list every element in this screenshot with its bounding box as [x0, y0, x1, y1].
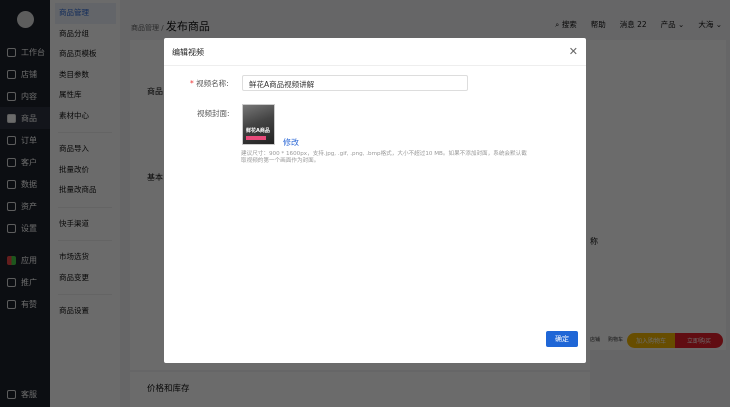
subnav-item[interactable]: 商品设置 — [50, 301, 120, 322]
add-to-cart-button[interactable]: 加入购物车 — [627, 333, 675, 348]
bag-icon — [7, 113, 16, 123]
subnav-item[interactable]: 商品导入 — [50, 139, 120, 160]
subnav-item[interactable]: 快手渠道 — [50, 214, 120, 235]
sidebar-item-apps[interactable]: 应用 — [0, 249, 50, 271]
chart-icon — [7, 179, 16, 189]
subnav-item[interactable]: 批量改商品 — [50, 180, 120, 201]
subnav-item[interactable]: 属性库 — [50, 85, 120, 106]
product-label: 产品 — [660, 20, 676, 29]
label: 数据 — [21, 179, 37, 189]
label: 工作台 — [21, 47, 45, 57]
label: 客户 — [21, 157, 37, 167]
buy-now-button[interactable]: 立即购买 — [675, 333, 723, 348]
user-icon — [7, 157, 16, 167]
sidebar-item-assets[interactable]: 资产 — [0, 195, 50, 217]
cover-text: 鲜花A商品 — [246, 128, 270, 134]
divider — [58, 294, 112, 295]
product-menu[interactable]: 产品 ⌄ — [661, 19, 685, 30]
divider — [58, 240, 112, 241]
phone-preview: 称 店铺 购物车 — [590, 40, 726, 350]
gear-icon — [7, 223, 16, 233]
search-button[interactable]: ⌕ 搜索 — [555, 19, 577, 30]
breadcrumb-link[interactable]: 商品管理 — [131, 24, 159, 32]
label: 订单 — [21, 135, 37, 145]
confirm-button[interactable]: 确定 — [546, 331, 578, 347]
video-name-input[interactable]: 鲜花A商品视频讲解 — [242, 75, 468, 91]
label: 店铺 — [21, 69, 37, 79]
edit-cover-link[interactable]: 修改 — [283, 137, 299, 148]
video-name-label: * 视频名称: — [190, 79, 229, 88]
cover-hint: 建议尺寸：900 * 1600px，支持.jpg, .gif, .png, .b… — [241, 151, 527, 164]
subnav-item[interactable]: 素材中心 — [50, 106, 120, 127]
sidebar-item-shop[interactable]: 店铺 — [0, 63, 50, 85]
sidebar-item-youzan[interactable]: 有赞 — [0, 293, 50, 315]
video-cover-thumbnail: 鲜花A商品 — [242, 104, 275, 145]
sidebar-item-goods[interactable]: 商品 — [0, 107, 50, 129]
label: 资产 — [21, 201, 37, 211]
search-label: 搜索 — [561, 20, 577, 29]
label: 商品 — [21, 113, 37, 123]
sidebar-item-customers[interactable]: 客户 — [0, 151, 50, 173]
sidebar: 工作台 店铺 内容 商品 订单 客户 数据 资产 设置 应用 推广 有赞 客服 — [0, 0, 50, 407]
subnav-item[interactable]: 批量改价 — [50, 160, 120, 181]
sidebar-item-workbench[interactable]: 工作台 — [0, 41, 50, 63]
subnav-item[interactable]: 类目参数 — [50, 65, 120, 86]
user-menu[interactable]: 大海 ⌄ — [698, 19, 722, 30]
preview-text: 称 — [590, 237, 598, 246]
shop-icon — [7, 69, 16, 79]
label: 客服 — [21, 389, 37, 399]
subnav-item[interactable]: 商品分组 — [50, 24, 120, 45]
label: 有赞 — [21, 299, 37, 309]
label: 设置 — [21, 223, 37, 233]
subnav-item[interactable]: 商品管理 — [55, 3, 116, 24]
edit-video-dialog: 编辑视频 ✕ * 视频名称: 鲜花A商品视频讲解 视频封面: 鲜花A商品 修改 … — [164, 38, 586, 363]
sidebar-item-service[interactable]: 客服 — [0, 383, 37, 405]
divider — [58, 132, 112, 133]
section-title: 商品 — [147, 87, 163, 96]
divider — [58, 206, 112, 208]
apps-icon — [7, 255, 16, 265]
breadcrumb-sep: / — [161, 24, 164, 32]
sidebar-item-settings[interactable]: 设置 — [0, 217, 50, 239]
dialog-title: 编辑视频 — [164, 38, 586, 66]
sub-navigation: 商品管理 商品分组 商品页模板 类目参数 属性库 素材中心 商品导入 批量改价 … — [50, 0, 120, 407]
sidebar-item-data[interactable]: 数据 — [0, 173, 50, 195]
coin-icon — [7, 201, 16, 211]
subnav-item[interactable]: 商品页模板 — [50, 44, 120, 65]
video-cover-label: 视频封面: — [197, 109, 230, 118]
messages-link[interactable]: 消息 22 — [620, 19, 647, 30]
sidebar-item-promotion[interactable]: 推广 — [0, 271, 50, 293]
section-title: 价格和库存 — [147, 384, 190, 394]
label: 应用 — [21, 255, 37, 265]
top-bar: ⌕ 搜索 帮助 消息 22 产品 ⌄ 大海 ⌄ — [555, 19, 722, 30]
help-link[interactable]: 帮助 — [591, 19, 606, 30]
page-title: 发布商品 — [165, 20, 210, 33]
cart-icon[interactable]: 购物车 — [608, 336, 623, 343]
workbench-icon — [7, 47, 16, 57]
chat-icon — [7, 389, 16, 399]
user-label: 大海 — [698, 20, 714, 29]
content-icon — [7, 91, 16, 101]
megaphone-icon — [7, 277, 16, 287]
sidebar-item-content[interactable]: 内容 — [0, 85, 50, 107]
label: 内容 — [21, 91, 37, 101]
shop-icon[interactable]: 店铺 — [590, 336, 600, 343]
subnav-item[interactable]: 商品变更 — [50, 268, 120, 289]
label-text: 视频名称: — [196, 79, 229, 88]
label: 推广 — [21, 277, 37, 287]
avatar[interactable] — [16, 11, 34, 28]
close-icon[interactable]: ✕ — [569, 45, 578, 58]
breadcrumb: 商品管理 / 发布商品 — [131, 18, 210, 34]
order-icon — [7, 135, 16, 145]
price-section: 价格和库存 — [130, 372, 590, 407]
sidebar-item-orders[interactable]: 订单 — [0, 129, 50, 151]
thumb-icon — [7, 299, 16, 309]
section-title: 基本 — [147, 173, 163, 182]
subnav-item[interactable]: 市场选货 — [50, 247, 120, 268]
